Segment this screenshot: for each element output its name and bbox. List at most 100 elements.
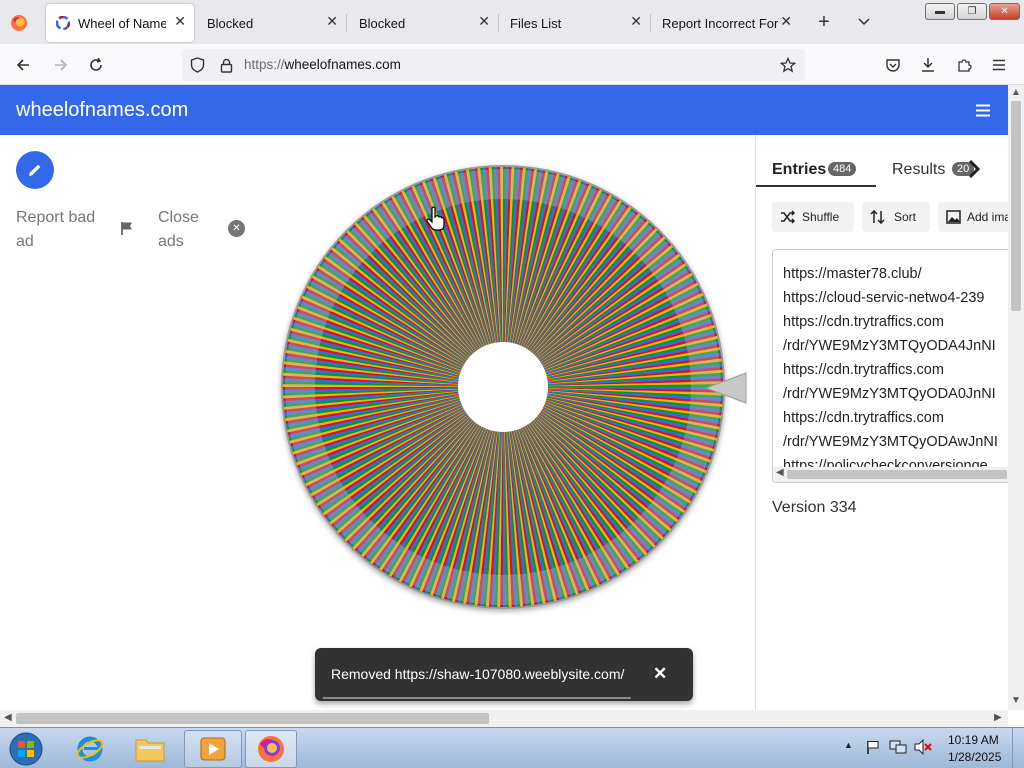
entries-horizontal-scrollbar[interactable]: ◀ <box>773 467 1009 482</box>
app-menu-icon[interactable] <box>988 54 1010 76</box>
edit-pencil-button[interactable] <box>16 151 54 189</box>
scroll-up-icon[interactable]: ▲ <box>1011 87 1021 98</box>
sort-icon <box>870 210 885 224</box>
show-desktop-button[interactable] <box>1012 728 1024 768</box>
restore-window-button[interactable]: ❐ <box>957 3 987 20</box>
close-tab-icon[interactable]: ✕ <box>326 13 338 30</box>
start-button-icon[interactable] <box>6 730 46 768</box>
site-header: wheelofnames.com <box>0 85 1008 135</box>
close-tab-icon[interactable]: ✕ <box>174 13 186 30</box>
tab-wheel-of-names[interactable]: Wheel of Names | ✕ <box>46 4 194 42</box>
page-horizontal-scroll-thumb[interactable] <box>16 713 489 724</box>
chevron-right-icon[interactable] <box>962 155 986 183</box>
url-bar[interactable]: https://wheelofnames.com <box>182 49 805 81</box>
tab-label: Wheel of Names | <box>78 15 166 31</box>
report-bad-ad-link[interactable]: Report bad ad <box>16 206 111 254</box>
close-window-button[interactable]: ✕ <box>989 3 1020 20</box>
entries-panel: Entries 484 Results 20 Shuffle Sort Add … <box>755 135 1009 710</box>
close-tab-icon[interactable]: ✕ <box>478 13 490 30</box>
page-vertical-scroll-thumb[interactable] <box>1011 101 1021 311</box>
entry-line: /rdr/YWE9MzY3MTQyODA0JnNI <box>783 386 996 402</box>
tab-label: Report Incorrect Forge <box>662 15 778 31</box>
scroll-left-icon[interactable]: ◀ <box>4 712 12 723</box>
network-icon[interactable] <box>888 738 908 756</box>
extensions-puzzle-icon[interactable] <box>953 54 975 76</box>
entries-scroll-thumb[interactable] <box>787 470 1007 479</box>
toast-message: Removed https://shaw-107080.weeblysite.c… <box>331 666 625 682</box>
flag-icon[interactable] <box>118 219 136 237</box>
windows-taskbar: ▲ 10:19 AM 1/28/2025 <box>0 727 1024 768</box>
tab-blocked-2[interactable]: Blocked ✕ <box>348 4 498 42</box>
url-protocol: https:// <box>244 57 285 72</box>
forward-icon[interactable] <box>50 54 72 76</box>
tab-label: Blocked <box>207 15 254 31</box>
entry-line: https://cloud-servic-netwo4-239 <box>783 290 985 306</box>
shuffle-label: Shuffle <box>802 210 840 224</box>
close-tab-icon[interactable]: ✕ <box>780 13 792 30</box>
entries-count-badge: 484 <box>828 162 857 176</box>
close-tab-icon[interactable]: ✕ <box>630 13 642 30</box>
downloads-icon[interactable] <box>917 54 939 76</box>
tab-label: Blocked <box>359 15 406 31</box>
snackbar-toast: Removed https://shaw-107080.weeblysite.c… <box>315 648 693 701</box>
tab-files-list[interactable]: Files List ✕ <box>500 4 650 42</box>
firefox-menu-icon[interactable] <box>8 12 30 34</box>
file-explorer-icon[interactable] <box>128 731 172 767</box>
shuffle-icon <box>781 210 796 224</box>
tab-entries[interactable]: Entries 484 <box>756 151 876 187</box>
add-image-button[interactable]: Add ima <box>938 202 1009 232</box>
tab-label: Files List <box>510 15 562 31</box>
show-hidden-icons-icon[interactable]: ▲ <box>844 740 853 750</box>
tab-report-incorrect[interactable]: Report Incorrect Forge ✕ <box>652 4 800 42</box>
media-player-icon[interactable] <box>184 730 242 768</box>
reload-icon[interactable] <box>85 54 107 76</box>
clock-time[interactable]: 10:19 AM <box>948 733 999 747</box>
hamburger-menu-icon[interactable] <box>972 100 994 120</box>
bookmark-star-icon[interactable] <box>779 56 797 74</box>
spinning-wheel[interactable] <box>270 150 750 630</box>
page-horizontal-scrollbar[interactable]: ◀ ▶ <box>0 710 1008 727</box>
scroll-right-icon[interactable]: ▶ <box>994 712 1002 723</box>
pencil-icon <box>29 164 41 176</box>
list-all-tabs-icon[interactable] <box>852 12 876 32</box>
clock-date[interactable]: 1/28/2025 <box>948 750 1001 764</box>
hand-cursor-icon <box>426 206 445 231</box>
add-image-label: Add ima <box>967 210 1009 224</box>
sort-button[interactable]: Sort <box>862 202 930 232</box>
close-ads-link[interactable]: Close ads <box>158 206 208 254</box>
volume-muted-icon[interactable] <box>912 738 934 756</box>
internet-explorer-icon[interactable] <box>68 731 112 767</box>
toast-close-icon[interactable]: ✕ <box>653 664 667 684</box>
version-text: Version 334 <box>772 499 857 516</box>
page-vertical-scrollbar[interactable]: ▲ ▼ <box>1008 85 1024 710</box>
firefox-taskbar-icon[interactable] <box>245 730 297 768</box>
wheelofnames-favicon-icon <box>56 16 70 30</box>
new-tab-icon[interactable]: + <box>812 10 836 34</box>
tracking-protection-shield-icon[interactable] <box>188 56 206 74</box>
entry-line: https://master78.club/ <box>783 266 922 282</box>
close-ads-icon[interactable]: ✕ <box>228 220 245 237</box>
tab-blocked-1[interactable]: Blocked ✕ <box>196 4 346 42</box>
shuffle-button[interactable]: Shuffle <box>772 202 854 232</box>
wheel-center-hub[interactable] <box>458 342 548 432</box>
image-icon <box>946 210 961 224</box>
minimize-window-button[interactable]: ▬ <box>925 3 955 20</box>
back-icon[interactable] <box>12 54 34 76</box>
url-text[interactable]: https://wheelofnames.com <box>244 57 401 72</box>
padlock-icon[interactable] <box>217 56 235 74</box>
tab-results-label: Results <box>892 161 946 178</box>
scroll-down-icon[interactable]: ▼ <box>1011 695 1021 706</box>
pocket-icon[interactable] <box>882 54 904 76</box>
browser-nav-bar: https://wheelofnames.com <box>0 44 1024 85</box>
wheel-pointer-arrow <box>704 372 747 404</box>
entry-line: /rdr/YWE9MzY3MTQyODA4JnNI <box>783 338 996 354</box>
scroll-left-icon[interactable]: ◀ <box>776 467 784 478</box>
wheel-area <box>270 150 750 630</box>
site-brand[interactable]: wheelofnames.com <box>16 99 188 122</box>
action-center-flag-icon[interactable] <box>864 738 882 756</box>
browser-tab-bar: Wheel of Names | ✕ Blocked ✕ Blocked ✕ F… <box>0 0 1024 44</box>
toast-progress-bar <box>323 697 631 699</box>
entry-line: /rdr/YWE9MzY3MTQyODAwJnNI <box>783 434 998 450</box>
entries-textarea[interactable]: https://master78.club/https://cloud-serv… <box>772 249 1009 483</box>
tab-entries-label: Entries <box>772 161 827 178</box>
